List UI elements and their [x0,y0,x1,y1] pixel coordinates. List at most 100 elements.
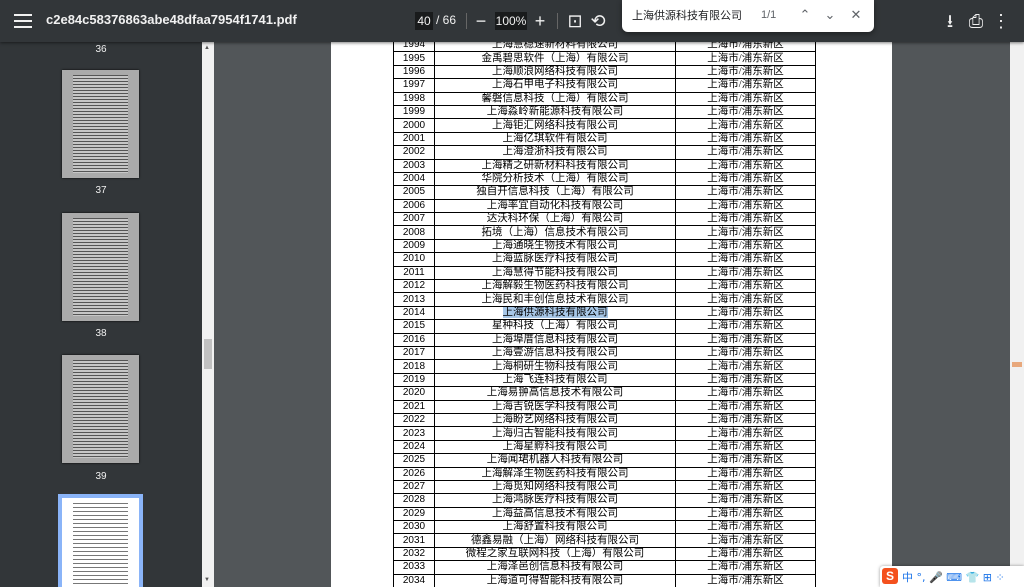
row-number: 1995 [393,51,435,66]
table-row: 1999 上海淼岭新能源科技有限公司 上海市/浦东新区 [393,104,816,120]
row-number: 2034 [393,573,435,587]
district: 上海市/浦东新区 [675,91,816,106]
row-number: 2001 [393,131,435,147]
thumbnail-page-selected[interactable] [58,494,143,587]
district: 上海市/浦东新区 [675,252,816,267]
page-number-input[interactable]: 40 [415,12,433,30]
company-name: 上海桐研生物科技有限公司 [434,359,676,374]
row-number: 2028 [393,493,435,508]
district: 上海市/浦东新区 [675,305,816,321]
table-row: 2020 上海易翀高信息技术有限公司 上海市/浦东新区 [393,386,816,401]
row-number: 2002 [393,145,435,160]
district: 上海市/浦东新区 [675,560,816,575]
row-number: 2005 [393,185,435,200]
table-row: 2017 上海壹游信息科技有限公司 上海市/浦东新区 [393,345,816,361]
thumbnail-page[interactable] [62,355,139,463]
company-name: 上海蓝脉医疗科技有限公司 [434,252,676,267]
table-row: 2021 上海吉锐医学科技有限公司 上海市/浦东新区 [393,399,816,414]
row-number: 2033 [393,560,435,575]
row-number: 2000 [393,118,435,133]
table-row: 2031 德鑫易融（上海）网络科技有限公司 上海市/浦东新区 [393,533,816,548]
rotate-icon[interactable]: ⟲ [589,12,607,30]
search-highlight: 上海供源科技有限公司 [502,307,608,318]
district: 上海市/浦东新区 [675,506,816,522]
row-number: 2024 [393,439,435,455]
district: 上海市/浦东新区 [675,158,816,173]
company-name: 上海解泽生物医药科技有限公司 [434,466,676,481]
company-name: 上海率宜自动化科技有限公司 [434,198,676,214]
company-name: 上海泽邑创信息科技有限公司 [434,560,676,575]
row-number: 1998 [393,91,435,106]
row-number: 2014 [393,305,435,321]
company-name: 上海易翀高信息技术有限公司 [434,386,676,401]
sidebar-scrollbar[interactable]: ▲ ▼ [202,42,214,587]
thumbnail-page[interactable] [62,213,139,321]
sidebar-scrollbar-thumb[interactable] [204,339,212,369]
ime-status[interactable]: 中 °, 🎤 ⌨ 👕 ⊞ ⁘ [902,569,1005,585]
company-name: 华院分析技术（上海）有限公司 [434,171,676,187]
table-row: 1996 上海顺浪网络科技有限公司 上海市/浦东新区 [393,64,816,80]
toolbar-divider [557,13,558,29]
district: 上海市/浦东新区 [675,426,816,441]
company-name: 上海埠厝信息科技有限公司 [434,332,676,347]
table-row: 2026 上海解泽生物医药科技有限公司 上海市/浦东新区 [393,466,816,481]
find-previous-icon[interactable]: ⌃ [797,7,813,23]
company-name: 馨磐信息科技（上海）有限公司 [434,91,676,106]
scroll-up-icon[interactable]: ▲ [204,45,210,51]
table-row: 2011 上海慧得节能科技有限公司 上海市/浦东新区 [393,265,816,281]
table-row: 2032 微程之家互联网科技（上海）有限公司 上海市/浦东新区 [393,546,816,562]
row-number: 2025 [393,453,435,468]
company-name: 德鑫易融（上海）网络科技有限公司 [434,533,676,548]
find-close-icon[interactable]: ✕ [848,7,864,23]
district: 上海市/浦东新区 [675,265,816,281]
row-number: 2026 [393,466,435,481]
fit-page-icon[interactable]: ⊡ [566,12,584,30]
district: 上海市/浦东新区 [675,42,816,53]
table-row: 1998 馨磐信息科技（上海）有限公司 上海市/浦东新区 [393,91,816,106]
zoom-in-icon[interactable]: + [531,12,549,30]
document-scrollbar[interactable] [1010,42,1024,587]
table-row: 2013 上海民和丰创信息技术有限公司 上海市/浦东新区 [393,292,816,307]
row-number: 2020 [393,386,435,401]
print-icon[interactable]: ⎙ [967,12,985,30]
row-number: 2017 [393,345,435,361]
row-number: 2018 [393,359,435,374]
table-row: 2029 上海益高信息技术有限公司 上海市/浦东新区 [393,506,816,522]
district: 上海市/浦东新区 [675,453,816,468]
district: 上海市/浦东新区 [675,118,816,133]
find-next-icon[interactable]: ⌄ [822,7,838,23]
company-name: 独自开信息科技（上海）有限公司 [434,185,676,200]
row-number: 2029 [393,506,435,522]
row-number: 2022 [393,412,435,428]
company-name: 上海澄浙科技有限公司 [434,145,676,160]
district: 上海市/浦东新区 [675,198,816,214]
district: 上海市/浦东新区 [675,520,816,535]
find-input[interactable] [632,9,762,21]
sogou-logo-icon[interactable]: S [882,568,898,584]
scroll-down-icon[interactable]: ▼ [204,577,210,583]
company-name: 上海石甲电子科技有限公司 [434,78,676,93]
table-row: 2000 上海钜汇网络科技有限公司 上海市/浦东新区 [393,118,816,133]
download-icon[interactable]: ⭳ [941,12,959,30]
row-number: 2008 [393,225,435,240]
more-actions-icon[interactable]: ⋮ [992,12,1010,30]
page-total: / 66 [436,13,457,27]
thumbnail-page[interactable] [62,70,139,178]
zoom-input[interactable]: 100% [495,12,527,30]
find-bar: 1/1 ⌃ ⌄ ✕ [622,0,874,32]
company-name: 上海慧稳速新材料有限公司 [434,42,676,53]
district: 上海市/浦东新区 [675,51,816,66]
district: 上海市/浦东新区 [675,292,816,307]
row-number: 2019 [393,372,435,388]
district: 上海市/浦东新区 [675,533,816,548]
table-row: 2009 上海通晓生物技术有限公司 上海市/浦东新区 [393,238,816,254]
thumbnail-page-label: 38 [95,328,107,339]
menu-icon[interactable] [12,10,34,32]
table-row: 2001 上海亿琪软件有限公司 上海市/浦东新区 [393,131,816,147]
zoom-out-icon[interactable]: − [472,12,490,30]
company-name: 星种科技（上海）有限公司 [434,319,676,334]
company-name: 微程之家互联网科技（上海）有限公司 [434,546,676,562]
table-row: 2033 上海泽邑创信息科技有限公司 上海市/浦东新区 [393,560,816,575]
table-row: 2012 上海解毅生物医药科技有限公司 上海市/浦东新区 [393,279,816,294]
row-number: 2032 [393,546,435,562]
